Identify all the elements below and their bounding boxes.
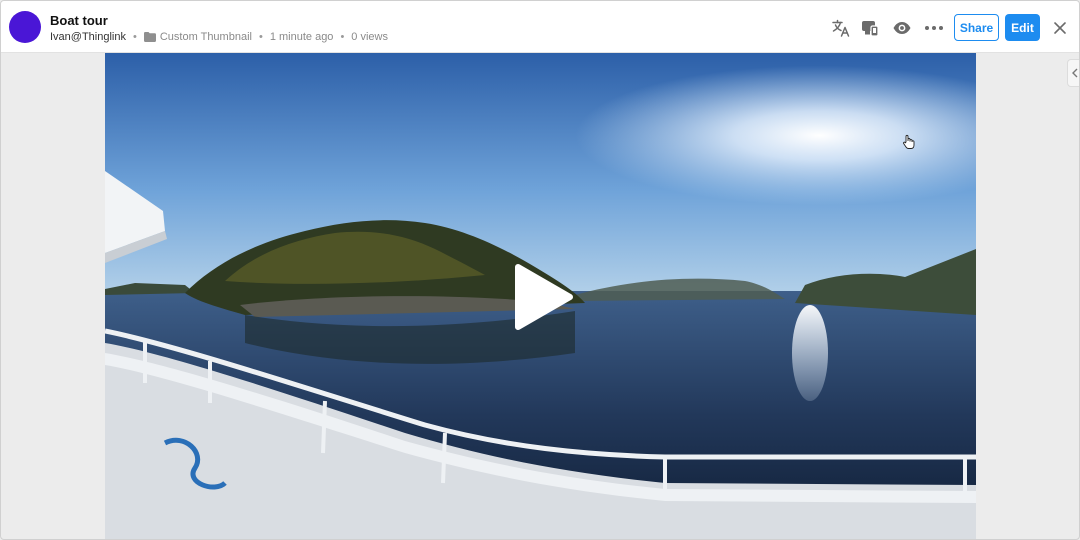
meta-separator: •: [258, 31, 263, 43]
avatar[interactable]: [9, 11, 41, 43]
chevron-left-icon: [1071, 68, 1077, 78]
translate-icon[interactable]: [827, 14, 855, 42]
page-title: Boat tour: [50, 13, 108, 28]
timestamp: 1 minute ago: [269, 31, 334, 43]
edit-button[interactable]: Edit: [1005, 14, 1040, 41]
viewer-window: Boat tour Ivan@Thinglink • Custom Thumbn…: [0, 0, 1080, 540]
author-name[interactable]: Ivan@Thinglink: [50, 31, 126, 43]
share-button[interactable]: Share: [954, 14, 999, 41]
meta-separator: •: [132, 31, 137, 43]
header-bar: Boat tour Ivan@Thinglink • Custom Thumbn…: [1, 1, 1079, 53]
folder-name[interactable]: Custom Thumbnail: [160, 31, 252, 43]
panorama-image: [105, 53, 976, 539]
media-stage[interactable]: [105, 53, 976, 539]
side-panel-toggle[interactable]: [1067, 59, 1079, 87]
close-icon[interactable]: [1046, 14, 1074, 42]
scene-meta: Ivan@Thinglink • Custom Thumbnail • 1 mi…: [50, 31, 388, 43]
more-icon[interactable]: [920, 14, 948, 42]
devices-icon[interactable]: [856, 14, 884, 42]
eye-icon[interactable]: [888, 14, 916, 42]
hand-cursor-icon: [903, 134, 915, 149]
meta-separator: •: [340, 31, 345, 43]
view-count: 0 views: [351, 31, 388, 43]
folder-icon: [143, 32, 156, 42]
